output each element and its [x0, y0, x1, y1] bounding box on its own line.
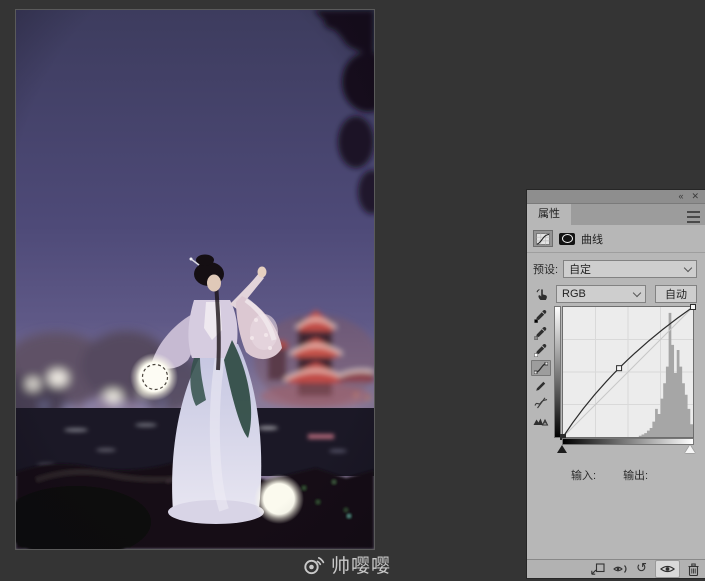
photo-scene — [16, 10, 374, 549]
output-gradient-bar — [554, 306, 561, 438]
panel-menu-icon[interactable] — [687, 211, 700, 223]
curves-thumbnail-icon — [533, 230, 553, 247]
curve-graph[interactable] — [562, 306, 694, 438]
auto-button[interactable]: 自动 — [655, 285, 697, 303]
black-point-eyedropper-icon[interactable] — [532, 309, 550, 323]
white-point-eyedropper-icon[interactable] — [532, 343, 550, 357]
curves-tool-column — [527, 306, 554, 458]
shadow-input-slider[interactable] — [557, 445, 567, 453]
preset-row: 预设: 自定 — [533, 260, 697, 278]
curves-graph-area — [554, 306, 699, 458]
watermark: 帅嘤嘤 — [303, 551, 391, 577]
tab-properties[interactable]: 属性 — [527, 204, 571, 225]
channel-select[interactable]: RGB — [556, 285, 646, 303]
properties-panel: « ✕ 属性 曲线 预设: 自定 — [527, 190, 705, 578]
input-gradient-bar — [562, 438, 694, 445]
input-label: 输入: — [571, 467, 596, 483]
vignette — [16, 10, 374, 549]
smooth-curve-icon[interactable] — [532, 396, 550, 410]
panel-body: 曲线 预设: 自定 RGB 自动 — [527, 225, 705, 578]
reset-icon[interactable]: ↺ — [636, 562, 647, 576]
collapse-panel-button[interactable]: « — [678, 190, 683, 203]
panel-topbar: « ✕ — [527, 190, 705, 204]
curves-graph-row — [527, 306, 705, 458]
chevron-down-icon — [633, 289, 641, 297]
view-previous-state-icon[interactable] — [613, 562, 628, 576]
preset-value: 自定 — [569, 261, 591, 277]
delete-adjustment-icon[interactable] — [688, 562, 699, 576]
highlight-input-slider[interactable] — [685, 445, 695, 453]
channel-row: RGB 自动 — [533, 285, 697, 303]
clip-to-layer-icon[interactable] — [591, 562, 605, 576]
panel-tab-row: 属性 — [527, 204, 705, 225]
photo-canvas[interactable] — [16, 10, 374, 549]
clipping-warning-icon[interactable] — [532, 413, 550, 427]
close-panel-button[interactable]: ✕ — [691, 190, 699, 203]
channel-value: RGB — [562, 288, 586, 300]
gray-point-eyedropper-icon[interactable] — [532, 326, 550, 340]
panel-footer: ↺ — [527, 559, 705, 578]
targeted-adjustment-icon[interactable] — [533, 287, 551, 301]
draw-curve-pencil-icon[interactable] — [532, 379, 550, 393]
io-readout: 输入: 输出: — [571, 467, 705, 483]
weibo-icon — [303, 554, 326, 575]
chevron-down-icon — [684, 264, 692, 272]
adjustment-title: 曲线 — [581, 231, 603, 247]
edit-points-tool-icon[interactable] — [531, 360, 551, 376]
layer-mask-icon[interactable] — [559, 233, 575, 245]
preset-select[interactable]: 自定 — [563, 260, 697, 278]
output-label: 输出: — [623, 467, 648, 483]
preset-label: 预设: — [533, 261, 558, 277]
adjustment-header: 曲线 — [527, 228, 705, 253]
watermark-text: 帅嘤嘤 — [331, 551, 391, 578]
visibility-eye-icon[interactable] — [655, 560, 680, 578]
